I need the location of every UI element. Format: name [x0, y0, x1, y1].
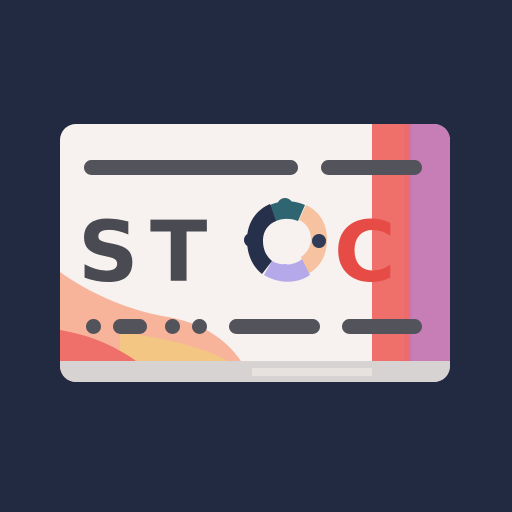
bottom-line-right — [342, 319, 422, 334]
bottom-line-middle — [229, 319, 320, 334]
card-logo: S T C — [60, 124, 450, 382]
ring-node-right — [312, 234, 326, 248]
bottom-dot-3 — [192, 319, 207, 334]
bottom-dot-2 — [165, 319, 180, 334]
bottom-dash-1 — [113, 319, 147, 334]
card-letter-s: S — [78, 203, 141, 301]
card-letter-t: T — [150, 203, 209, 301]
card-letter-c: C — [334, 203, 398, 301]
logo-stage: S T C — [0, 0, 512, 512]
card-bottom-highlight — [252, 368, 372, 376]
ring-node-left — [244, 233, 258, 247]
top-line-right — [321, 160, 422, 175]
ring-node-bottom — [277, 264, 293, 280]
ring-center — [270, 226, 302, 258]
ring-node-top — [277, 198, 293, 214]
top-line-left — [84, 160, 298, 175]
bottom-dot-1 — [86, 319, 101, 334]
